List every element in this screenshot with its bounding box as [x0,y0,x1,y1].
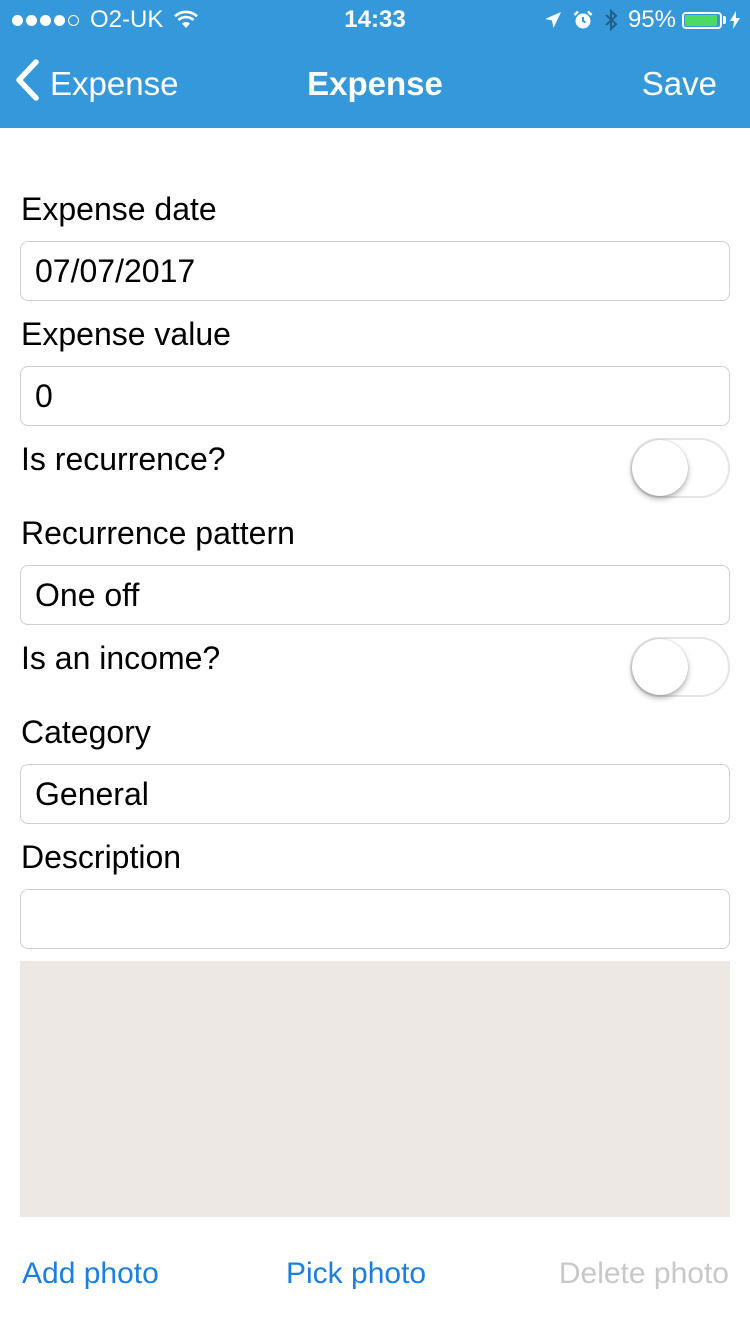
bluetooth-icon [604,8,618,32]
alarm-icon [572,9,594,31]
nav-bar: Expense Expense Save [0,40,750,128]
back-button[interactable]: Expense [14,40,178,128]
back-button-label: Expense [50,65,179,102]
save-button[interactable]: Save [642,40,717,128]
battery-percent: 95% [627,6,676,33]
recurrence-pattern-field[interactable] [20,565,730,625]
expense-value-field[interactable] [20,366,730,426]
expense-date-field[interactable] [20,241,730,301]
expense-date-label: Expense date [21,191,217,227]
pick-photo-button[interactable]: Pick photo [286,1254,426,1294]
photo-preview [20,961,730,1217]
description-field[interactable] [20,889,730,949]
chevron-left-icon [14,59,50,109]
header: O2-UK 14:33 95% Expense Expense Save [0,0,750,128]
description-label: Description [21,839,182,875]
battery-icon [682,11,722,29]
status-bar: O2-UK 14:33 95% [0,0,750,40]
location-arrow-icon [544,11,562,29]
recurrence-pattern-label: Recurrence pattern [21,515,295,551]
toggle-knob [632,639,688,695]
is-recurrence-label: Is recurrence? [21,441,226,477]
toggle-knob [632,440,688,496]
category-field[interactable] [20,764,730,824]
delete-photo-button[interactable]: Delete photo [559,1254,729,1294]
charging-bolt-icon [730,11,740,29]
category-label: Category [21,714,151,750]
expense-value-label: Expense value [21,316,231,352]
add-photo-button[interactable]: Add photo [22,1254,159,1294]
battery-nub [723,16,726,24]
status-right: 95% [534,0,740,40]
is-income-toggle[interactable] [630,637,730,697]
is-income-label: Is an income? [21,640,221,676]
is-recurrence-toggle[interactable] [630,438,730,498]
